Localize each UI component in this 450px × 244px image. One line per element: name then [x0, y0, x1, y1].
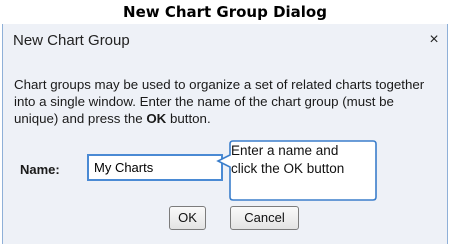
page-title: New Chart Group Dialog [123, 3, 327, 21]
name-input[interactable] [87, 154, 223, 181]
name-label: Name: [20, 162, 60, 177]
message-ok-emphasis: OK [146, 111, 167, 126]
ok-button[interactable]: OK [169, 206, 206, 230]
dialog-message: Chart groups may be used to organize a s… [14, 76, 439, 127]
callout-line-1: Enter a name and [231, 143, 339, 158]
cancel-button[interactable]: Cancel [230, 206, 299, 230]
message-text: Chart groups may be used to organize a s… [14, 77, 425, 126]
close-icon: × [429, 31, 439, 48]
new-chart-group-dialog: New Chart Group × Chart groups may be us… [2, 24, 448, 244]
dialog-title: New Chart Group [13, 32, 130, 49]
close-button[interactable]: × [425, 30, 443, 50]
message-text-end: button. [166, 111, 211, 126]
callout-line-2: click the OK button [231, 161, 345, 176]
callout-text: Enter a name and click the OK button [231, 142, 371, 178]
dialog-titlebar: New Chart Group × [3, 24, 447, 58]
